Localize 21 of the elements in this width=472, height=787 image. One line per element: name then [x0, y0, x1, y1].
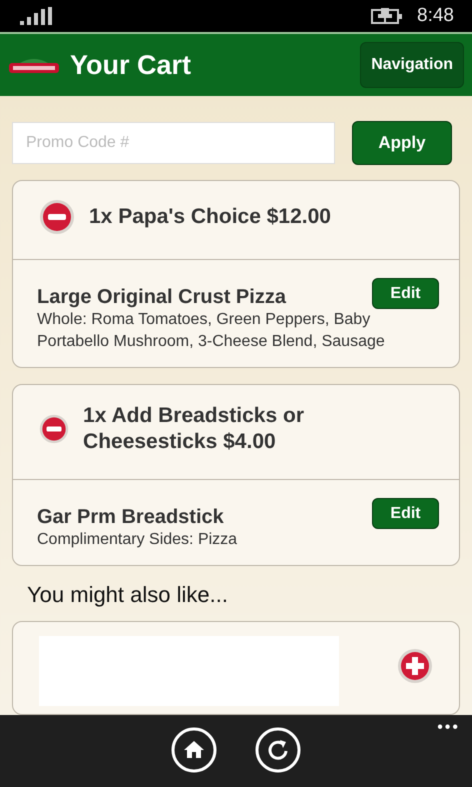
item-heading: 1x Add Breadsticks or Cheesesticks $4.00	[83, 403, 306, 455]
product-details: Whole: Roma Tomatoes, Green Peppers, Baby Portabello Mushroom, 3-Cheese Blend, Sausage	[37, 310, 386, 352]
add-icon[interactable]	[397, 648, 433, 684]
product-details: Complimentary Sides: Pizza	[37, 530, 238, 550]
home-icon[interactable]	[171, 727, 217, 773]
section-title: You might also like...	[26, 582, 229, 608]
remove-icon[interactable]	[39, 199, 75, 235]
edit-button[interactable]: Edit	[372, 278, 439, 309]
item-heading: 1x Papa's Choice $12.00	[89, 204, 331, 230]
apply-button[interactable]: Apply	[352, 121, 452, 165]
product-name: Large Original Crust Pizza	[37, 286, 288, 309]
battery-charging-icon	[371, 7, 404, 25]
clock-time: 8:48	[417, 5, 454, 27]
navigation-button[interactable]: Navigation	[360, 42, 464, 88]
edit-button[interactable]: Edit	[372, 498, 439, 529]
more-button[interactable]: •••	[437, 719, 460, 737]
refresh-icon[interactable]	[255, 727, 301, 773]
promo-code-field[interactable]: Promo Code #	[12, 122, 335, 164]
signal-icon	[20, 7, 52, 25]
page-title: Your Cart	[70, 50, 192, 80]
product-name: Gar Prm Breadstick	[37, 506, 225, 529]
